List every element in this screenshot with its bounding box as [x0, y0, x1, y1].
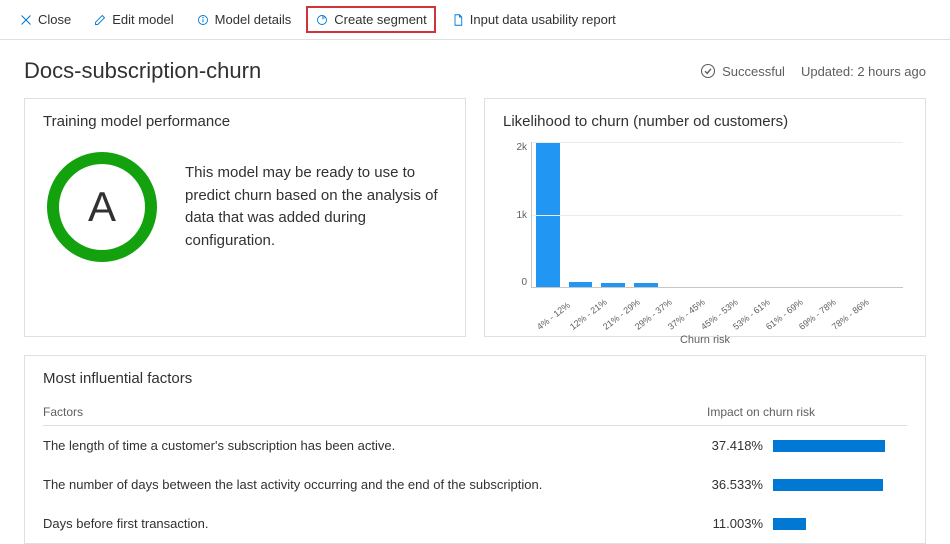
chart-bar: [634, 283, 658, 287]
status-badge: Successful: [700, 63, 785, 79]
chart-plot: [531, 142, 903, 288]
y-axis: 2k 1k 0: [503, 142, 527, 288]
pencil-icon: [93, 13, 107, 27]
factor-label: Days before first transaction.: [43, 516, 208, 531]
x-tick: 21% - 29%: [601, 309, 626, 331]
impact-value: 37.418%: [707, 438, 763, 453]
toolbar-label: Input data usability report: [470, 12, 616, 27]
x-tick: 69% - 78%: [797, 309, 822, 331]
x-tick: 4% - 12%: [535, 309, 560, 331]
close-button[interactable]: Close: [12, 8, 78, 31]
updated-text: Updated: 2 hours ago: [801, 64, 926, 79]
page-title: Docs-subscription-churn: [24, 58, 261, 84]
y-tick: 1k: [516, 210, 527, 221]
checkmark-icon: [700, 63, 716, 79]
factor-label: The number of days between the last acti…: [43, 477, 542, 492]
y-tick: 2k: [516, 142, 527, 153]
performance-summary: This model may be ready to use to predic…: [185, 162, 443, 252]
factors-table-header: Factors Impact on churn risk: [43, 405, 907, 426]
usability-report-button[interactable]: Input data usability report: [444, 8, 623, 31]
col-factor: Factors: [43, 405, 83, 419]
model-details-button[interactable]: Model details: [189, 8, 299, 31]
toolbar-label: Model details: [215, 12, 292, 27]
impact-bar: [773, 518, 806, 530]
x-tick: 37% - 45%: [666, 309, 691, 331]
page-header: Docs-subscription-churn Successful Updat…: [0, 40, 950, 98]
chart-bar: [569, 282, 593, 287]
header-status-area: Successful Updated: 2 hours ago: [700, 63, 926, 79]
toolbar-label: Create segment: [334, 12, 427, 27]
card-title: Likelihood to churn (number od customers…: [503, 113, 907, 130]
toolbar-label: Edit model: [112, 12, 173, 27]
impact-value: 36.533%: [707, 477, 763, 492]
bar-chart: 2k 1k 0 4% - 12%12% - 21%21% - 29%29% - …: [503, 142, 907, 322]
impact-value: 11.003%: [707, 516, 763, 531]
status-text: Successful: [722, 64, 785, 79]
chart-bar: [601, 283, 625, 287]
col-impact: Impact on churn risk: [707, 405, 907, 419]
performance-card: Training model performance A This model …: [24, 98, 466, 337]
impact-bar: [773, 479, 883, 491]
edit-model-button[interactable]: Edit model: [86, 8, 180, 31]
y-tick: 0: [521, 277, 527, 288]
x-axis-label: Churn risk: [503, 334, 907, 346]
factor-row: The number of days between the last acti…: [43, 465, 907, 504]
toolbar: Close Edit model Model details Create se…: [0, 0, 950, 40]
x-tick: 29% - 37%: [633, 309, 658, 331]
create-segment-button[interactable]: Create segment: [306, 6, 436, 33]
factor-row: The length of time a customer's subscrip…: [43, 426, 907, 465]
card-title: Training model performance: [43, 113, 447, 130]
toolbar-label: Close: [38, 12, 71, 27]
grade-letter: A: [88, 183, 116, 231]
info-icon: [196, 13, 210, 27]
document-icon: [451, 13, 465, 27]
grade-ring: A: [47, 152, 157, 262]
x-tick: 78% - 86%: [830, 309, 855, 331]
x-axis: 4% - 12%12% - 21%21% - 29%29% - 37%37% -…: [531, 318, 903, 328]
close-icon: [19, 13, 33, 27]
segment-icon: [315, 13, 329, 27]
churn-chart-card: Likelihood to churn (number od customers…: [484, 98, 926, 337]
x-tick: 45% - 53%: [699, 309, 724, 331]
x-tick: 12% - 21%: [568, 309, 593, 331]
x-tick: 53% - 61%: [731, 309, 756, 331]
factor-row: Days before first transaction. 11.003%: [43, 504, 907, 543]
impact-bar: [773, 440, 885, 452]
factors-card: Most influential factors Factors Impact …: [24, 355, 926, 544]
factor-label: The length of time a customer's subscrip…: [43, 438, 395, 453]
x-tick: 61% - 69%: [764, 309, 789, 331]
card-title: Most influential factors: [43, 370, 907, 387]
